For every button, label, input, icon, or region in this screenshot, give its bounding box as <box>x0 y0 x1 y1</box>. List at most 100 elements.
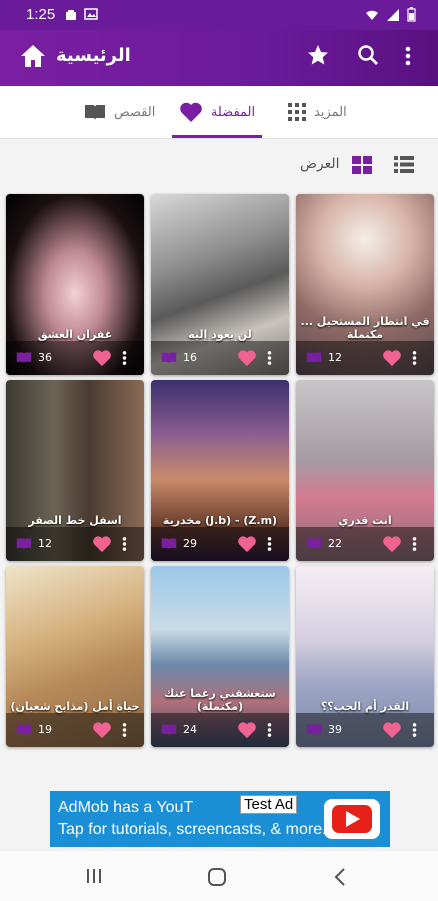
story-card[interactable]: انت قدري 22 <box>296 380 434 561</box>
ad-line-1-start: AdMob has a YouT <box>58 799 194 816</box>
notification-icon <box>66 10 76 20</box>
book-icon <box>306 724 322 736</box>
read-count: 29 <box>183 537 197 550</box>
story-title: في انتظار المستحيل ... مكتملة <box>300 315 430 341</box>
status-bar: 1:25 <box>0 0 438 30</box>
battery-icon <box>407 7 416 22</box>
story-card-footer: 16 <box>151 341 289 375</box>
book-icon <box>306 352 322 364</box>
book-icon <box>161 538 177 550</box>
card-more-icon[interactable] <box>412 536 417 552</box>
book-icon <box>306 538 322 550</box>
story-card-footer: 12 <box>6 527 144 561</box>
story-card-footer: 39 <box>296 713 434 747</box>
story-title: مخدرية (J.b) - (Z.m) <box>162 514 278 527</box>
book-icon <box>85 105 105 120</box>
image-icon <box>84 8 98 20</box>
read-count: 19 <box>38 723 52 736</box>
card-more-icon[interactable] <box>122 350 127 366</box>
book-icon <box>16 352 32 364</box>
card-more-icon[interactable] <box>412 350 417 366</box>
story-card-footer: 19 <box>6 713 144 747</box>
read-count: 22 <box>328 537 342 550</box>
card-more-icon[interactable] <box>267 722 272 738</box>
favorite-heart-icon[interactable] <box>237 721 257 739</box>
grid-view-icon[interactable] <box>352 156 372 174</box>
read-count: 12 <box>38 537 52 550</box>
story-title: حياة أمل (مذابح شعبان) <box>10 700 140 713</box>
home-nav-icon[interactable] <box>207 867 227 887</box>
story-card[interactable]: القدر أم الحب؟؟ 39 <box>296 566 434 747</box>
story-card-footer: 24 <box>151 713 289 747</box>
card-more-icon[interactable] <box>267 536 272 552</box>
read-count: 12 <box>328 351 342 364</box>
favorite-heart-icon[interactable] <box>382 535 402 553</box>
story-card[interactable]: غفران العشق 36 <box>6 194 144 375</box>
story-card[interactable]: ستعشقني رغما عنك (مكتملة) 24 <box>151 566 289 747</box>
app-bar: الرئيسية <box>0 30 438 86</box>
read-count: 16 <box>183 351 197 364</box>
tab-indicator <box>172 135 262 138</box>
story-title: اسفل خط الصفر <box>28 514 122 527</box>
home-icon[interactable] <box>20 44 46 68</box>
heart-icon <box>180 102 202 122</box>
back-icon[interactable] <box>334 868 346 886</box>
book-icon <box>161 352 177 364</box>
story-card-footer: 36 <box>6 341 144 375</box>
tab-more-label: المزيد <box>314 104 347 120</box>
wifi-icon <box>366 10 378 20</box>
tab-stories[interactable]: القصص <box>84 86 164 138</box>
card-more-icon[interactable] <box>122 722 127 738</box>
story-title: انت قدري <box>338 514 392 527</box>
read-count: 39 <box>328 723 342 736</box>
story-card[interactable]: لن يعود إليه 16 <box>151 194 289 375</box>
read-count: 24 <box>183 723 197 736</box>
read-count: 36 <box>38 351 52 364</box>
page-title: الرئيسية <box>56 45 131 66</box>
book-icon <box>16 724 32 736</box>
card-more-icon[interactable] <box>267 350 272 366</box>
system-nav-bar <box>0 850 438 901</box>
card-more-icon[interactable] <box>412 722 417 738</box>
card-more-icon[interactable] <box>122 536 127 552</box>
search-icon[interactable] <box>357 44 379 66</box>
favorite-heart-icon[interactable] <box>237 349 257 367</box>
story-title: ستعشقني رغما عنك (مكتملة) <box>164 687 276 713</box>
story-card[interactable]: حياة أمل (مذابح شعبان) 19 <box>6 566 144 747</box>
story-card[interactable]: في انتظار المستحيل ... مكتملة 12 <box>296 194 434 375</box>
view-mode-row: العرض <box>0 148 438 182</box>
favorite-heart-icon[interactable] <box>92 535 112 553</box>
favorite-heart-icon[interactable] <box>237 535 257 553</box>
star-icon[interactable] <box>306 43 330 67</box>
more-vert-icon[interactable] <box>405 45 411 67</box>
tab-stories-label: القصص <box>114 104 156 120</box>
status-time: 1:25 <box>26 6 56 23</box>
youtube-logo-icon <box>324 799 380 839</box>
apps-grid-icon <box>288 103 306 121</box>
story-card[interactable]: اسفل خط الصفر 12 <box>6 380 144 561</box>
favorite-heart-icon[interactable] <box>92 721 112 739</box>
story-title: لن يعود إليه <box>188 328 252 341</box>
favorite-heart-icon[interactable] <box>382 721 402 739</box>
story-card-footer: 12 <box>296 341 434 375</box>
story-title: غفران العشق <box>37 328 113 341</box>
view-label: العرض <box>300 156 340 172</box>
tab-more[interactable]: المزيد <box>288 86 358 138</box>
tab-favorites-label: المفضلة <box>210 104 256 120</box>
tab-bar: القصص المفضلة المزيد <box>0 86 438 139</box>
favorite-heart-icon[interactable] <box>92 349 112 367</box>
ad-line-2: Tap for tutorials, screencasts, & more. <box>58 821 327 838</box>
story-title: القدر أم الحب؟؟ <box>320 700 410 713</box>
tab-favorites[interactable]: المفضلة <box>172 86 262 138</box>
signal-icon <box>387 8 399 21</box>
book-icon <box>161 724 177 736</box>
story-card-footer: 29 <box>151 527 289 561</box>
recents-icon[interactable] <box>86 868 102 884</box>
test-ad-badge: Test Ad <box>240 795 298 814</box>
story-card-footer: 22 <box>296 527 434 561</box>
favorite-heart-icon[interactable] <box>382 349 402 367</box>
list-view-icon[interactable] <box>394 156 414 173</box>
ad-banner[interactable]: AdMob has a YouTs! Test Ad Tap for tutor… <box>50 791 390 847</box>
story-card[interactable]: مخدرية (J.b) - (Z.m) 29 <box>151 380 289 561</box>
book-icon <box>16 538 32 550</box>
